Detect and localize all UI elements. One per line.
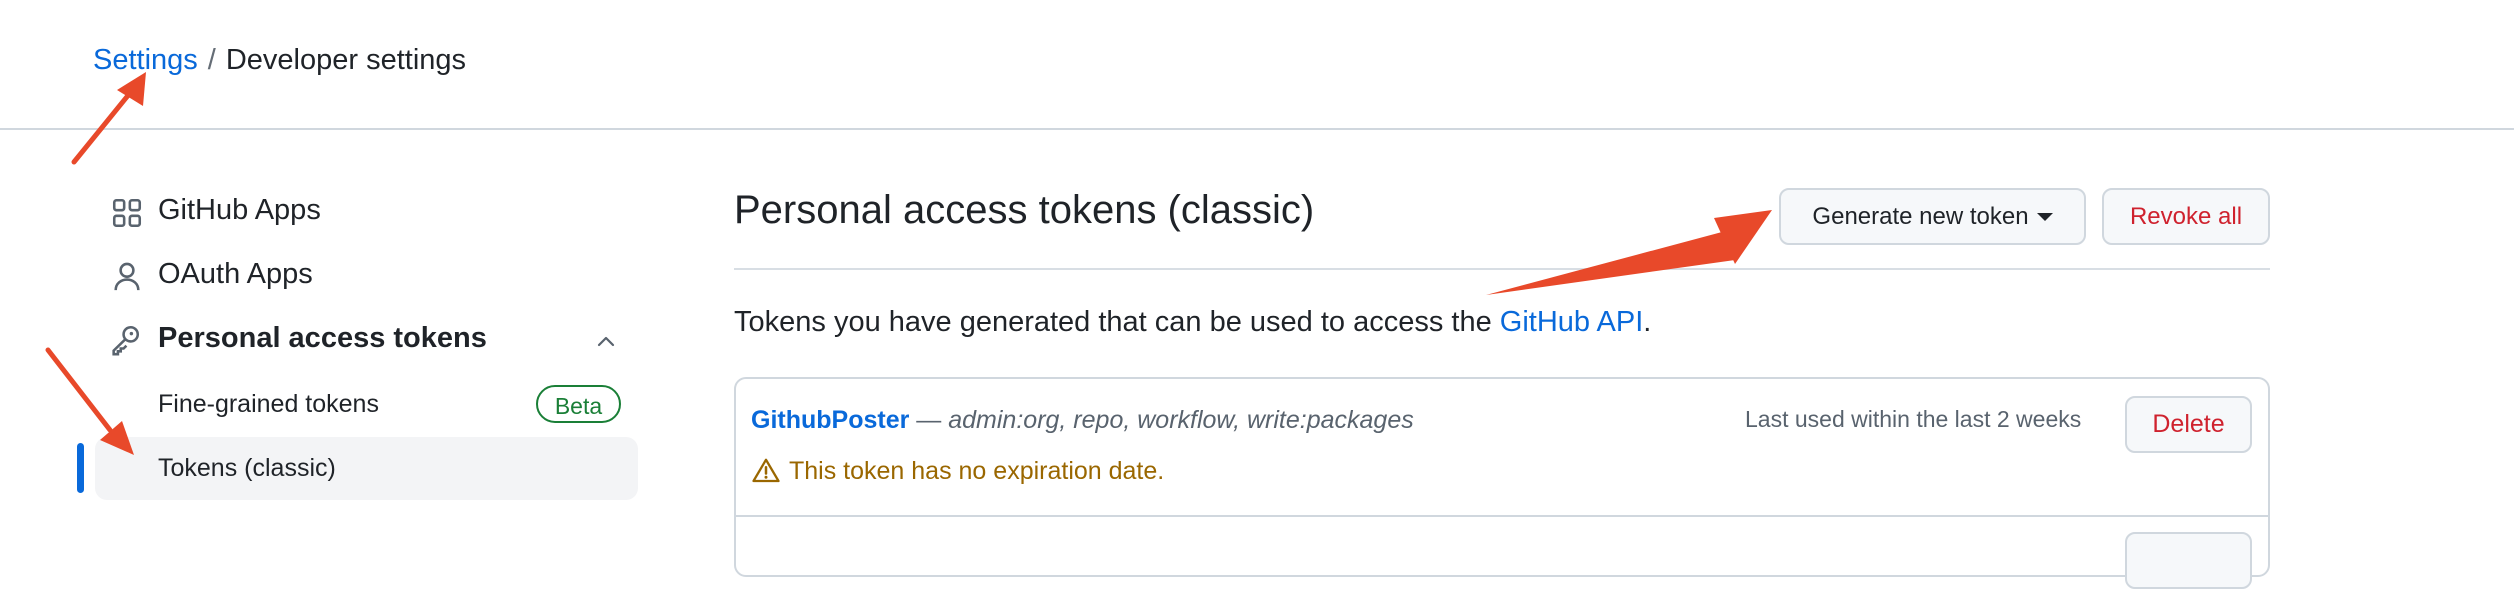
arrow-to-settings	[71, 90, 133, 165]
arrow-to-tokens-classic	[45, 347, 113, 433]
arrow-to-generate-shaft	[1486, 232, 1735, 295]
annotation-arrows	[45, 72, 1772, 455]
